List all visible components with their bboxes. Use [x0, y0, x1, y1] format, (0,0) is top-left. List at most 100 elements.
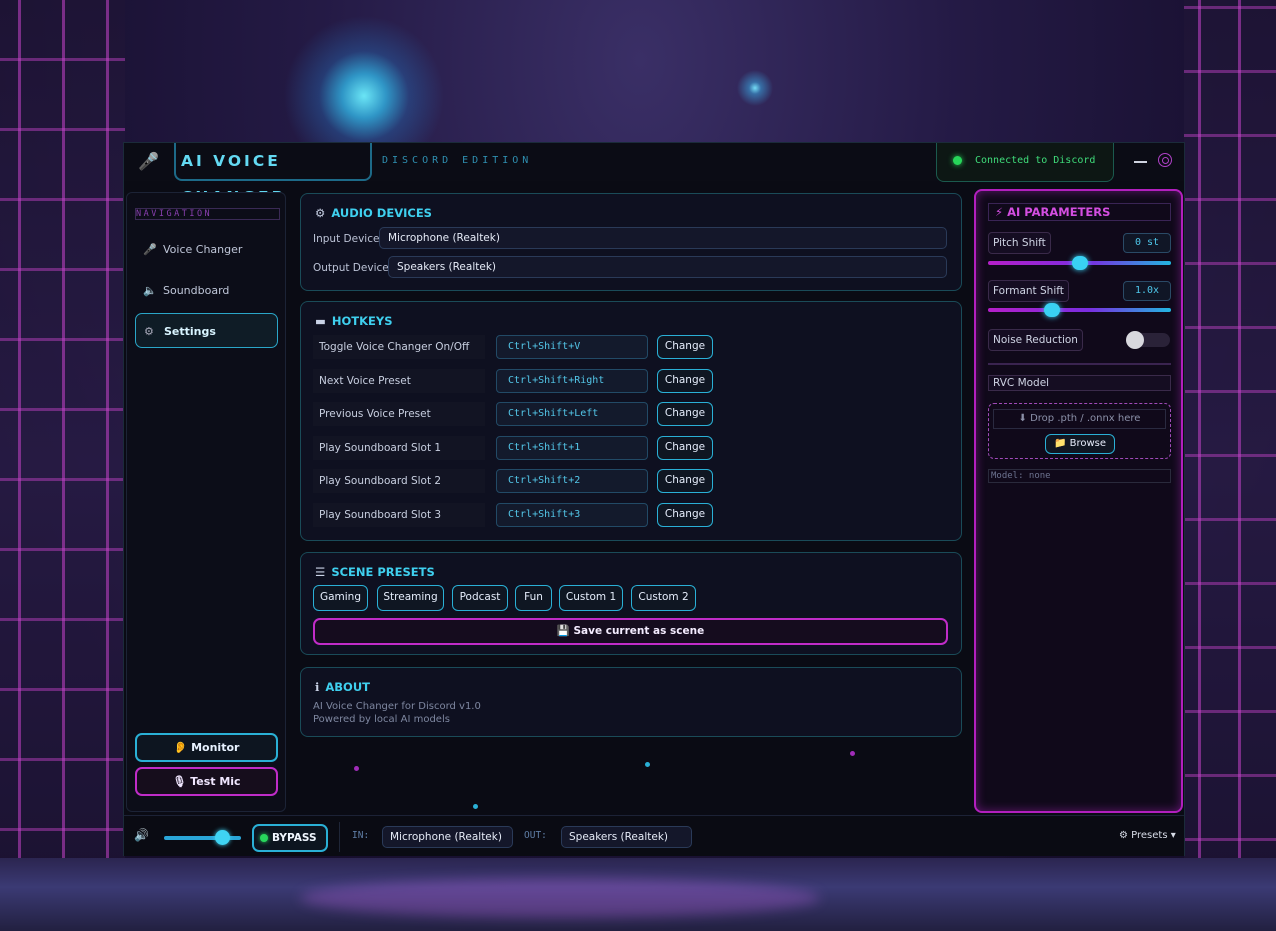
gear-icon: ⚙	[315, 206, 326, 220]
output-device-select[interactable]: Speakers (Realtek)	[388, 256, 947, 278]
input-device-select[interactable]: Microphone (Realtek)	[379, 227, 947, 249]
presets-menu-button[interactable]: ⚙ Presets ▾	[1119, 830, 1176, 841]
monitor-button[interactable]: 👂 Monitor	[135, 733, 278, 762]
out-label: OUT:	[524, 830, 547, 841]
in-label: IN:	[352, 830, 370, 841]
app-window: 🎤 AI VOICE CHANGER DISCORD EDITION Conne…	[123, 142, 1185, 856]
scene-custom1-button[interactable]: Custom 1	[559, 585, 623, 611]
nav-title: NAVIGATION	[135, 208, 280, 220]
hotkey-action-label: Play Soundboard Slot 1	[313, 436, 485, 460]
scene-custom2-button[interactable]: Custom 2	[631, 585, 696, 611]
audio-devices-title-text: AUDIO DEVICES	[331, 206, 432, 220]
sidebar-item-settings[interactable]: ⚙ Settings	[135, 313, 278, 348]
test-mic-button[interactable]: 🎙 Test Mic	[135, 767, 278, 796]
info-icon: ℹ	[315, 680, 320, 694]
hotkey-binding[interactable]: Ctrl+Shift+Left	[496, 402, 648, 426]
model-drop-zone[interactable]: ⬇ Drop .pth / .onnx here 📁 Browse	[988, 403, 1171, 459]
app-title: AI VOICE CHANGER	[174, 143, 372, 206]
scene-presets-title-text: SCENE PRESETS	[331, 565, 435, 579]
bypass-button[interactable]: BYPASS	[252, 824, 328, 852]
bypass-label: BYPASS	[272, 832, 317, 844]
sidebar-item-soundboard[interactable]: 🔈 Soundboard	[135, 273, 278, 308]
audio-devices-title: ⚙ AUDIO DEVICES	[315, 206, 432, 220]
hotkey-binding[interactable]: Ctrl+Shift+1	[496, 436, 648, 460]
ai-parameters-title: ⚡ AI PARAMETERS	[988, 203, 1171, 221]
formant-slider-knob[interactable]	[1044, 303, 1061, 317]
about-powered-by: Powered by local AI models	[313, 714, 450, 725]
microphone-icon: 🎤	[138, 152, 160, 172]
pitch-slider-knob[interactable]	[1071, 256, 1088, 270]
background-floor	[0, 858, 1276, 931]
hotkey-binding[interactable]: Ctrl+Shift+3	[496, 503, 648, 527]
hotkey-change-button[interactable]: Change	[657, 369, 713, 393]
hotkey-change-button[interactable]: Change	[657, 335, 713, 359]
sidebar-item-label: Settings	[164, 325, 216, 338]
microphone-icon: 🎤	[143, 243, 157, 256]
hotkey-change-button[interactable]: Change	[657, 402, 713, 426]
speaker-icon: 🔈	[143, 284, 157, 297]
divider	[988, 363, 1171, 365]
audio-devices-panel: ⚙ AUDIO DEVICES Input Device: Microphone …	[300, 193, 962, 291]
decor-dot	[354, 766, 359, 771]
scene-fun-button[interactable]: Fun	[515, 585, 552, 611]
drop-zone-text: ⬇ Drop .pth / .onnx here	[993, 409, 1166, 429]
pitch-shift-slider[interactable]	[988, 256, 1171, 270]
decor-dot	[645, 762, 650, 767]
formant-shift-label: Formant Shift	[988, 280, 1069, 302]
hotkey-action-label: Play Soundboard Slot 2	[313, 469, 485, 493]
hotkey-change-button[interactable]: Change	[657, 436, 713, 460]
scene-podcast-button[interactable]: Podcast	[452, 585, 508, 611]
hotkey-action-label: Next Voice Preset	[313, 369, 485, 393]
hotkeys-title-text: HOTKEYS	[331, 314, 393, 328]
hotkey-action-label: Previous Voice Preset	[313, 402, 485, 426]
noise-reduction-label: Noise Reduction	[988, 329, 1083, 351]
hotkey-action-label: Toggle Voice Changer On/Off	[313, 335, 485, 359]
scene-streaming-button[interactable]: Streaming	[377, 585, 444, 611]
hotkey-change-button[interactable]: Change	[657, 503, 713, 527]
formant-shift-value: 1.0x	[1123, 281, 1171, 301]
noise-reduction-toggle[interactable]	[1126, 331, 1170, 349]
gear-icon: ⚙	[144, 325, 154, 338]
scene-gaming-button[interactable]: Gaming	[313, 585, 368, 611]
formant-shift-slider[interactable]	[988, 303, 1171, 317]
browse-button[interactable]: 📁 Browse	[1045, 434, 1115, 454]
volume-slider-knob[interactable]	[215, 830, 230, 845]
about-version: AI Voice Changer for Discord v1.0	[313, 701, 481, 712]
clapperboard-icon: ☰	[315, 565, 326, 579]
hotkey-change-button[interactable]: Change	[657, 469, 713, 493]
bottom-bar: 🔊 BYPASS IN: Microphone (Realtek) OUT: S…	[124, 815, 1184, 856]
background-pattern-left	[0, 0, 125, 931]
minimize-icon[interactable]	[1134, 161, 1147, 163]
input-device-quick-select[interactable]: Microphone (Realtek)	[382, 826, 513, 848]
about-panel: ℹ ABOUT AI Voice Changer for Discord v1.0…	[300, 667, 962, 737]
scene-presets-title: ☰ SCENE PRESETS	[315, 565, 435, 579]
keyboard-icon: ▬	[315, 314, 326, 328]
pitch-shift-label: Pitch Shift	[988, 232, 1051, 254]
divider	[339, 822, 340, 852]
volume-icon: 🔊	[134, 828, 149, 842]
sidebar-item-voice-changer[interactable]: 🎤 Voice Changer	[135, 232, 278, 267]
ai-parameters-panel: ⚡ AI PARAMETERS Pitch Shift 0 st Formant…	[974, 189, 1183, 813]
input-device-label: Input Device:	[313, 233, 383, 245]
hotkey-binding[interactable]: Ctrl+Shift+V	[496, 335, 648, 359]
connection-status-text: Connected to Discord	[975, 155, 1096, 166]
toggle-knob	[1126, 331, 1144, 349]
sidebar-item-label: Voice Changer	[163, 243, 243, 256]
title-bar: 🎤 AI VOICE CHANGER DISCORD EDITION Conne…	[124, 143, 1184, 206]
rvc-model-label: RVC Model	[988, 375, 1171, 391]
status-dot-icon	[953, 156, 962, 165]
about-title-text: ABOUT	[325, 680, 370, 694]
model-status: Model: none	[988, 469, 1171, 483]
app-subtitle: DISCORD EDITION	[382, 155, 533, 166]
background-pattern-right	[1184, 0, 1276, 931]
output-device-quick-select[interactable]: Speakers (Realtek)	[561, 826, 692, 848]
sidebar-item-label: Soundboard	[163, 284, 230, 297]
hotkeys-title: ▬ HOTKEYS	[315, 314, 393, 328]
close-icon[interactable]	[1158, 153, 1172, 167]
hotkeys-panel: ▬ HOTKEYS Toggle Voice Changer On/Off Ctr…	[300, 301, 962, 541]
about-title: ℹ ABOUT	[315, 680, 370, 694]
sidebar: NAVIGATION 🎤 Voice Changer 🔈 Soundboard …	[126, 192, 286, 812]
hotkey-binding[interactable]: Ctrl+Shift+2	[496, 469, 648, 493]
save-scene-button[interactable]: 💾 Save current as scene	[313, 618, 948, 645]
hotkey-binding[interactable]: Ctrl+Shift+Right	[496, 369, 648, 393]
